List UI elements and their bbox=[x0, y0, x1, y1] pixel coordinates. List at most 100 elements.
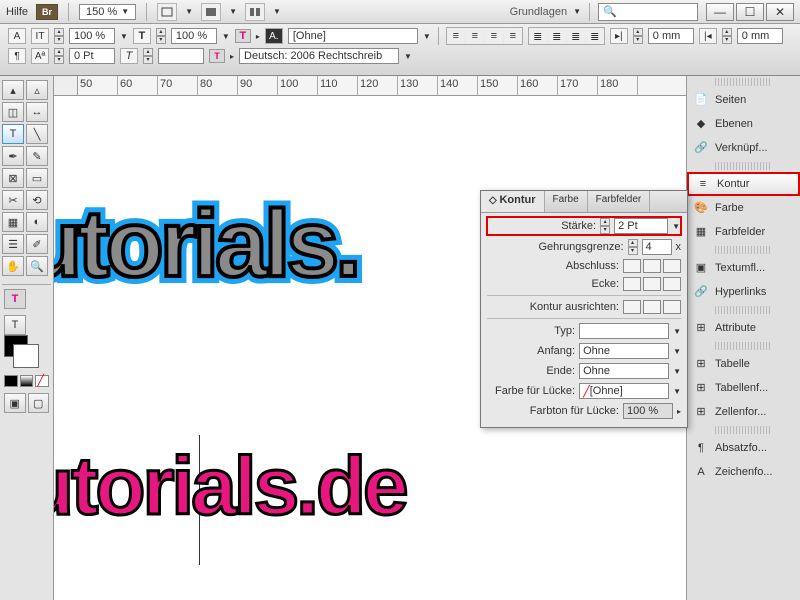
horiz-scale-field[interactable]: 100 % bbox=[69, 28, 115, 44]
stepper[interactable]: ▴▾ bbox=[722, 28, 732, 44]
panel-item-attribute[interactable]: ⊞Attribute bbox=[687, 316, 800, 340]
panel-item-hyperlinks[interactable]: 🔗Hyperlinks bbox=[687, 280, 800, 304]
page-tool[interactable]: ◫ bbox=[2, 102, 24, 122]
hand-tool[interactable]: ✋ bbox=[2, 256, 24, 276]
start-arrow-combo[interactable]: Ohne bbox=[579, 343, 669, 359]
ruler-origin[interactable] bbox=[54, 76, 78, 96]
arrange-docs-icon[interactable] bbox=[245, 3, 265, 21]
dock-grip[interactable] bbox=[715, 78, 772, 86]
stepper[interactable]: ▴▾ bbox=[54, 48, 64, 64]
panel-item-textumfl[interactable]: ▣Textumfl... bbox=[687, 256, 800, 280]
gap-color-combo[interactable]: ╱ [Ohne] bbox=[579, 383, 669, 399]
panel-item-zellenfor[interactable]: ⊞Zellenfor... bbox=[687, 400, 800, 424]
gap-tint-field[interactable]: 100 % bbox=[623, 403, 673, 419]
panel-icon: ⊞ bbox=[693, 321, 709, 335]
miter-limit-label: Gehrungsgrenze: bbox=[487, 241, 624, 253]
panel-item-seiten[interactable]: 📄Seiten bbox=[687, 88, 800, 112]
language-combo[interactable]: Deutsch: 2006 Rechtschreib bbox=[239, 48, 399, 64]
tab-kontur[interactable]: ◇ Kontur bbox=[481, 191, 545, 212]
stepper[interactable]: ▴▾ bbox=[143, 48, 153, 64]
join-options[interactable] bbox=[623, 277, 681, 291]
zoom-level-field[interactable]: 150 %▼ bbox=[79, 4, 136, 20]
miter-limit-field[interactable]: 4 bbox=[642, 239, 672, 255]
tab-farbe[interactable]: Farbe bbox=[545, 191, 588, 212]
panel-item-tabellenf[interactable]: ⊞Tabellenf... bbox=[687, 376, 800, 400]
panel-icon: ¶ bbox=[693, 441, 709, 455]
type-tool[interactable]: T bbox=[2, 124, 24, 144]
indent-left-icon: ▸| bbox=[610, 28, 628, 44]
horizontal-ruler[interactable]: 5060708090100110120130140150160170180 bbox=[78, 76, 686, 96]
end-arrow-combo[interactable]: Ohne bbox=[579, 363, 669, 379]
stepper[interactable]: ▴▾ bbox=[54, 28, 64, 44]
stepper[interactable]: ▴▾ bbox=[633, 28, 643, 44]
stepper[interactable]: ▴▾ bbox=[600, 218, 610, 234]
panel-item-farbfelder[interactable]: ▦Farbfelder bbox=[687, 220, 800, 244]
scissors-tool[interactable]: ✂ bbox=[2, 190, 24, 210]
char-color-icon[interactable]: T bbox=[235, 29, 251, 43]
selection-tool[interactable]: ▴ bbox=[2, 80, 24, 100]
vert-scale-field[interactable]: 100 % bbox=[171, 28, 217, 44]
eyedropper-tool[interactable]: ✐ bbox=[26, 234, 48, 254]
stroke-type-combo[interactable] bbox=[579, 323, 669, 339]
note-tool[interactable]: ☰ bbox=[2, 234, 24, 254]
gradient-tool[interactable]: ▦ bbox=[2, 212, 24, 232]
search-icon: 🔍 bbox=[603, 5, 617, 18]
text-bottom[interactable]: utorials.de bbox=[54, 440, 406, 534]
preview-icon[interactable]: ▢ bbox=[28, 393, 50, 413]
paragraph-justify-group[interactable]: ≣≣≣≣ bbox=[528, 27, 605, 45]
screen-mode-icon[interactable] bbox=[201, 3, 221, 21]
rect-tool[interactable]: ▭ bbox=[26, 168, 48, 188]
paragraph-align-group[interactable]: ≡≡≡≡ bbox=[446, 27, 523, 45]
chevron-down-icon[interactable]: ▼ bbox=[672, 222, 680, 231]
baseline-field[interactable]: 0 Pt bbox=[69, 48, 115, 64]
chevron-down-icon: ▼ bbox=[121, 7, 129, 16]
zoom-tool[interactable]: 🔍 bbox=[26, 256, 48, 276]
align-stroke-options[interactable] bbox=[623, 300, 681, 314]
text-top[interactable]: utorials. bbox=[54, 190, 358, 299]
bridge-badge-icon[interactable]: Br bbox=[36, 4, 58, 20]
stepper[interactable]: ▴▾ bbox=[156, 28, 166, 44]
char-mode-icon[interactable]: A bbox=[8, 28, 26, 44]
color-swatch-area[interactable]: T T ╱ ▣▢ bbox=[2, 284, 51, 417]
transform-tool[interactable]: ⟲ bbox=[26, 190, 48, 210]
rect-frame-tool[interactable]: ⊠ bbox=[2, 168, 24, 188]
panel-item-absatzfo[interactable]: ¶Absatzfo... bbox=[687, 436, 800, 460]
gap-tool[interactable]: ↔ bbox=[26, 102, 48, 122]
fill-stroke-swatch[interactable] bbox=[4, 335, 28, 357]
view-options-icon[interactable] bbox=[157, 3, 177, 21]
search-input[interactable]: 🔍 bbox=[598, 3, 698, 21]
help-menu[interactable]: Hilfe bbox=[6, 6, 28, 18]
cap-options[interactable] bbox=[623, 259, 681, 273]
pencil-tool[interactable]: ✎ bbox=[26, 146, 48, 166]
normal-view-icon[interactable]: ▣ bbox=[4, 393, 26, 413]
panel-item-ebenen[interactable]: ◆Ebenen bbox=[687, 112, 800, 136]
line-tool[interactable]: ╲ bbox=[26, 124, 48, 144]
right-indent-field[interactable]: 0 mm bbox=[737, 28, 783, 44]
panel-item-farbe[interactable]: 🎨Farbe bbox=[687, 196, 800, 220]
panel-icon: 🔗 bbox=[693, 141, 709, 155]
pen-tool[interactable]: ✒ bbox=[2, 146, 24, 166]
baseline-shift-icon: Aª bbox=[31, 48, 49, 64]
skew-field[interactable] bbox=[158, 48, 204, 64]
stepper[interactable]: ▴▾ bbox=[628, 239, 638, 255]
close-button[interactable]: ✕ bbox=[766, 3, 794, 21]
char-style-icon: A. bbox=[265, 28, 283, 44]
maximize-button[interactable]: ☐ bbox=[736, 3, 764, 21]
format-container-icon[interactable]: T bbox=[4, 315, 26, 335]
panel-item-kontur[interactable]: ≡Kontur bbox=[687, 172, 800, 196]
panel-item-verknpf[interactable]: 🔗Verknüpf... bbox=[687, 136, 800, 160]
workspace-label[interactable]: Grundlagen bbox=[510, 6, 568, 18]
stroke-weight-field[interactable]: 2 Pt bbox=[614, 218, 668, 234]
direct-selection-tool[interactable]: ▵ bbox=[26, 80, 48, 100]
panel-icon: ≡ bbox=[695, 177, 711, 191]
left-indent-field[interactable]: 0 mm bbox=[648, 28, 694, 44]
skew-icon: T bbox=[120, 48, 138, 64]
panel-item-tabelle[interactable]: ⊞Tabelle bbox=[687, 352, 800, 376]
gradient-feather-tool[interactable]: ◐ bbox=[26, 212, 48, 232]
panel-item-zeichenfo[interactable]: AZeichenfo... bbox=[687, 460, 800, 484]
para-mode-icon[interactable]: ¶ bbox=[8, 48, 26, 64]
tab-farbfelder[interactable]: Farbfelder bbox=[588, 191, 651, 212]
char-none-icon[interactable]: T bbox=[209, 49, 225, 63]
char-style-combo[interactable]: [Ohne] bbox=[288, 28, 418, 44]
minimize-button[interactable]: — bbox=[706, 3, 734, 21]
